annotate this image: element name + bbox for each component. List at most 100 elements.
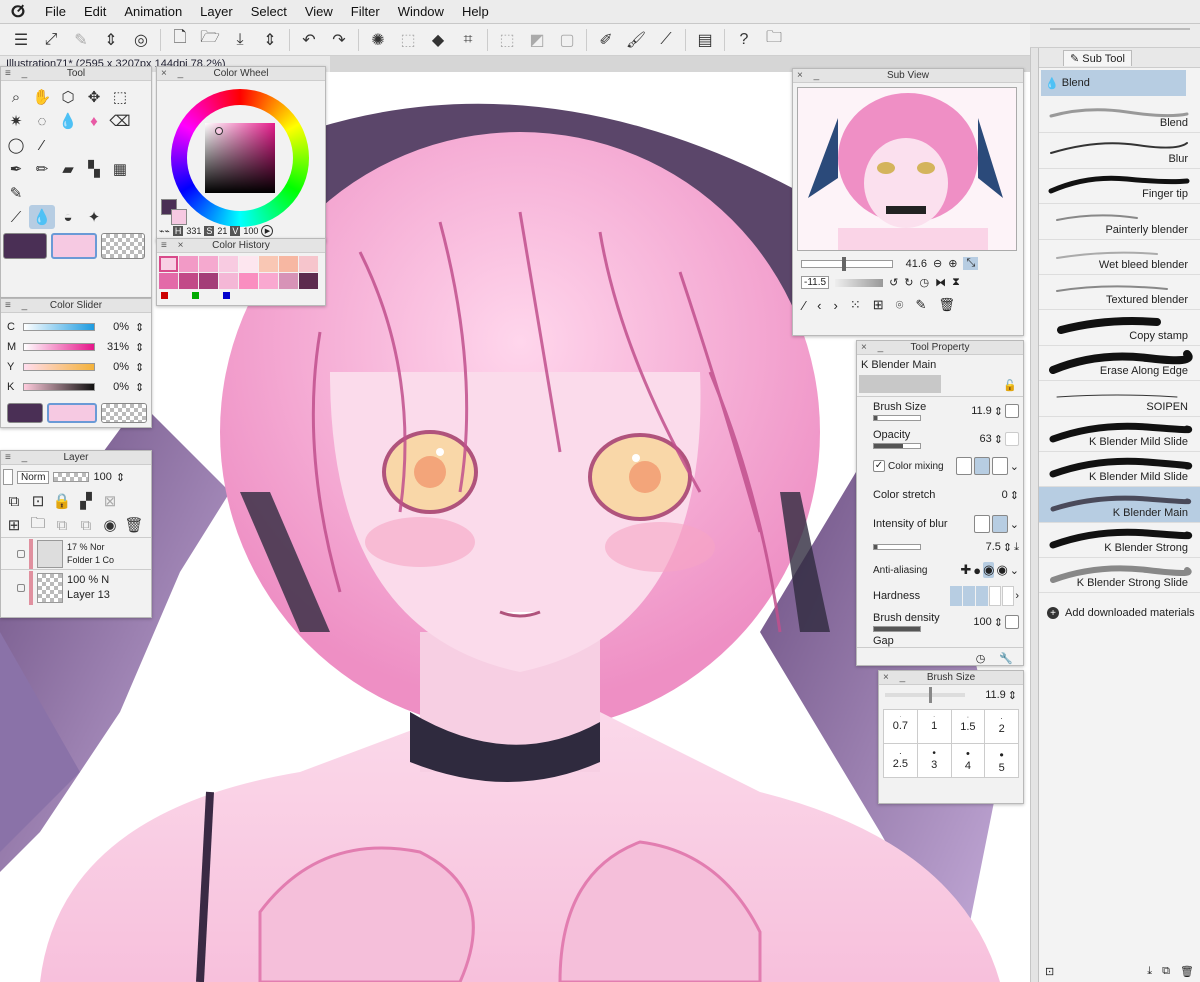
sub-tool-item[interactable]: Blend [1039, 98, 1200, 134]
zoom-icon[interactable]: ⌕ [3, 85, 29, 109]
aa-none-icon[interactable]: ✚ [960, 562, 971, 578]
copy-icon[interactable]: ⧉ [1162, 965, 1170, 978]
brush-size-value[interactable]: 11.9 [971, 405, 992, 417]
copy-layer-icon[interactable]: ⧉ [75, 513, 97, 537]
panel-controls[interactable]: × _ [797, 69, 823, 83]
aa-strong-icon[interactable]: ◉ [996, 562, 1007, 578]
brush-size-preset[interactable]: · 2.5 [884, 744, 918, 778]
rotation-slider[interactable] [835, 278, 884, 287]
layer-mask-icon[interactable]: ◉ [99, 513, 121, 537]
sub-tool-item[interactable]: Painterly blender [1039, 204, 1200, 240]
m-slider[interactable] [23, 343, 95, 351]
mask-icon[interactable]: ⊠ [99, 489, 121, 513]
eyedropper-drop-icon[interactable]: 💧 [55, 109, 81, 133]
sub-tool-item[interactable]: Wet bleed blender [1039, 240, 1200, 275]
rotate-right-icon[interactable]: ↻ [904, 276, 913, 289]
transparent-color-swatch[interactable] [101, 233, 145, 259]
layer-visibility-toggle[interactable] [17, 549, 25, 558]
brush-size-preset[interactable]: · 2 [985, 710, 1019, 744]
menu-select[interactable]: Select [242, 4, 296, 19]
c-value[interactable]: 0% [101, 321, 129, 333]
loading-icon[interactable]: ✺ [363, 27, 393, 53]
marker-icon[interactable]: ✎ [3, 181, 29, 205]
lasso-icon[interactable]: ◌ [29, 109, 55, 133]
layer-visibility-toggle[interactable] [17, 583, 25, 592]
pen-icon[interactable]: ✒ [3, 157, 29, 181]
help-icon[interactable]: ? [729, 27, 759, 53]
opacity-value[interactable]: 63 [980, 433, 992, 445]
delete-layer-icon[interactable]: 🗑 [123, 513, 145, 537]
fit-view-icon[interactable]: ⤡ [963, 257, 979, 270]
import-image-icon[interactable]: ⊞ [873, 297, 884, 313]
main-color-swatch[interactable] [3, 233, 47, 259]
sub-tool-item[interactable]: K Blender Mild Slide [1039, 452, 1200, 488]
hardness-level-3[interactable] [976, 586, 989, 606]
blur-mode-1-icon[interactable] [973, 515, 990, 533]
sub-tool-item[interactable]: Blur [1039, 133, 1200, 169]
sub-tool-item[interactable]: Erase Along Edge [1039, 346, 1200, 382]
layer-opacity-value[interactable]: 100 [93, 471, 111, 483]
sub-tool-item[interactable]: K Blender Mild Slide [1039, 417, 1200, 452]
fit-screen-icon[interactable]: ⤢ [36, 27, 66, 53]
blend-icon[interactable]: 💧 [29, 205, 55, 229]
color-picker-cursor[interactable] [215, 127, 223, 135]
color-mode-icon[interactable]: ⌁⌁ [159, 226, 170, 237]
cupcake-icon[interactable]: ♦ [81, 109, 107, 133]
mini-sub-color[interactable] [171, 209, 187, 225]
new-layer-icon[interactable]: ⊞ [3, 513, 25, 537]
play-icon[interactable]: ▶ [261, 225, 274, 237]
k-value[interactable]: 0% [101, 381, 129, 393]
y-slider[interactable] [23, 363, 95, 371]
brush-density-slider[interactable] [873, 626, 921, 632]
previous-icon[interactable]: ‹ [817, 298, 821, 313]
next-icon[interactable]: › [834, 298, 838, 313]
color-mixing-checkbox[interactable]: ✓ [873, 460, 885, 472]
download-icon[interactable]: ⤓ [1014, 541, 1019, 554]
eyedropper-icon[interactable]: ⁄ [29, 133, 55, 157]
fill-bucket-icon[interactable]: ◒ [55, 205, 81, 229]
rotate-left-icon[interactable]: ↺ [889, 276, 898, 289]
zoom-out-icon[interactable]: ⊖ [933, 257, 942, 270]
dock-separator[interactable] [1030, 48, 1038, 982]
undo-icon[interactable]: ↶ [294, 27, 324, 53]
reference-layer-icon[interactable]: ⊡ [27, 489, 49, 513]
wrench-icon[interactable]: 🔧 [999, 652, 1013, 665]
stepper-icon[interactable]: ⇕ [1003, 541, 1012, 554]
merge-down-icon[interactable]: ⧉ [51, 513, 73, 537]
brush-size-preset[interactable]: · 0.7 [884, 710, 918, 744]
auto-select-icon[interactable]: ✷ [3, 109, 29, 133]
sub-tool-item[interactable]: Copy stamp [1039, 310, 1200, 346]
intensity-value[interactable]: 7.5 [986, 541, 1001, 553]
sub-tool-item[interactable]: Textured blender [1039, 275, 1200, 311]
sub-tool-item[interactable]: K Blender Main [1039, 487, 1200, 523]
move-icon[interactable]: ✥ [81, 85, 107, 109]
eraser-icon[interactable]: ⌫ [107, 109, 133, 133]
panel-controls[interactable]: × _ [883, 671, 909, 685]
panel-controls[interactable]: ≡ _ [5, 299, 31, 313]
pencil-icon[interactable]: ✏ [29, 157, 55, 181]
mix-mode-3-icon[interactable] [991, 457, 1008, 475]
intensity-slider[interactable] [873, 544, 921, 550]
select-layer-icon[interactable]: ⬚ [393, 27, 423, 53]
line-icon[interactable]: ⟋ [3, 205, 29, 229]
ruler-icon[interactable]: ⟋ [651, 27, 681, 53]
mix-mode-2-icon[interactable] [973, 457, 990, 475]
sub-tool-tab[interactable]: ✎ Sub Tool [1063, 50, 1132, 66]
hardness-level-1[interactable] [950, 586, 963, 606]
chevron-right-icon[interactable]: › [1015, 590, 1019, 602]
edit-icon[interactable]: ✎ [915, 297, 926, 313]
reset-rotation-icon[interactable]: ◷ [920, 276, 930, 289]
menu-file[interactable]: File [36, 4, 75, 19]
hamburger-menu-icon[interactable]: ☰ [6, 27, 36, 53]
sub-tool-item[interactable]: Finger tip [1039, 169, 1200, 205]
panel-controls[interactable]: × _ [161, 67, 187, 81]
brush-size-value[interactable]: 11.9 [985, 689, 1006, 701]
brush-size-slider[interactable] [873, 415, 921, 421]
menu-layer[interactable]: Layer [191, 4, 242, 19]
redo-icon[interactable]: ↷ [324, 27, 354, 53]
flip-horizontal-icon[interactable]: ⧓ [935, 276, 946, 289]
color-stretch-value[interactable]: 0 [1002, 489, 1008, 501]
stepper-icon[interactable]: ⇕ [135, 321, 144, 334]
pressure-toggle[interactable] [1005, 404, 1019, 418]
sub-tool-item[interactable]: SOIPEN [1039, 381, 1200, 417]
